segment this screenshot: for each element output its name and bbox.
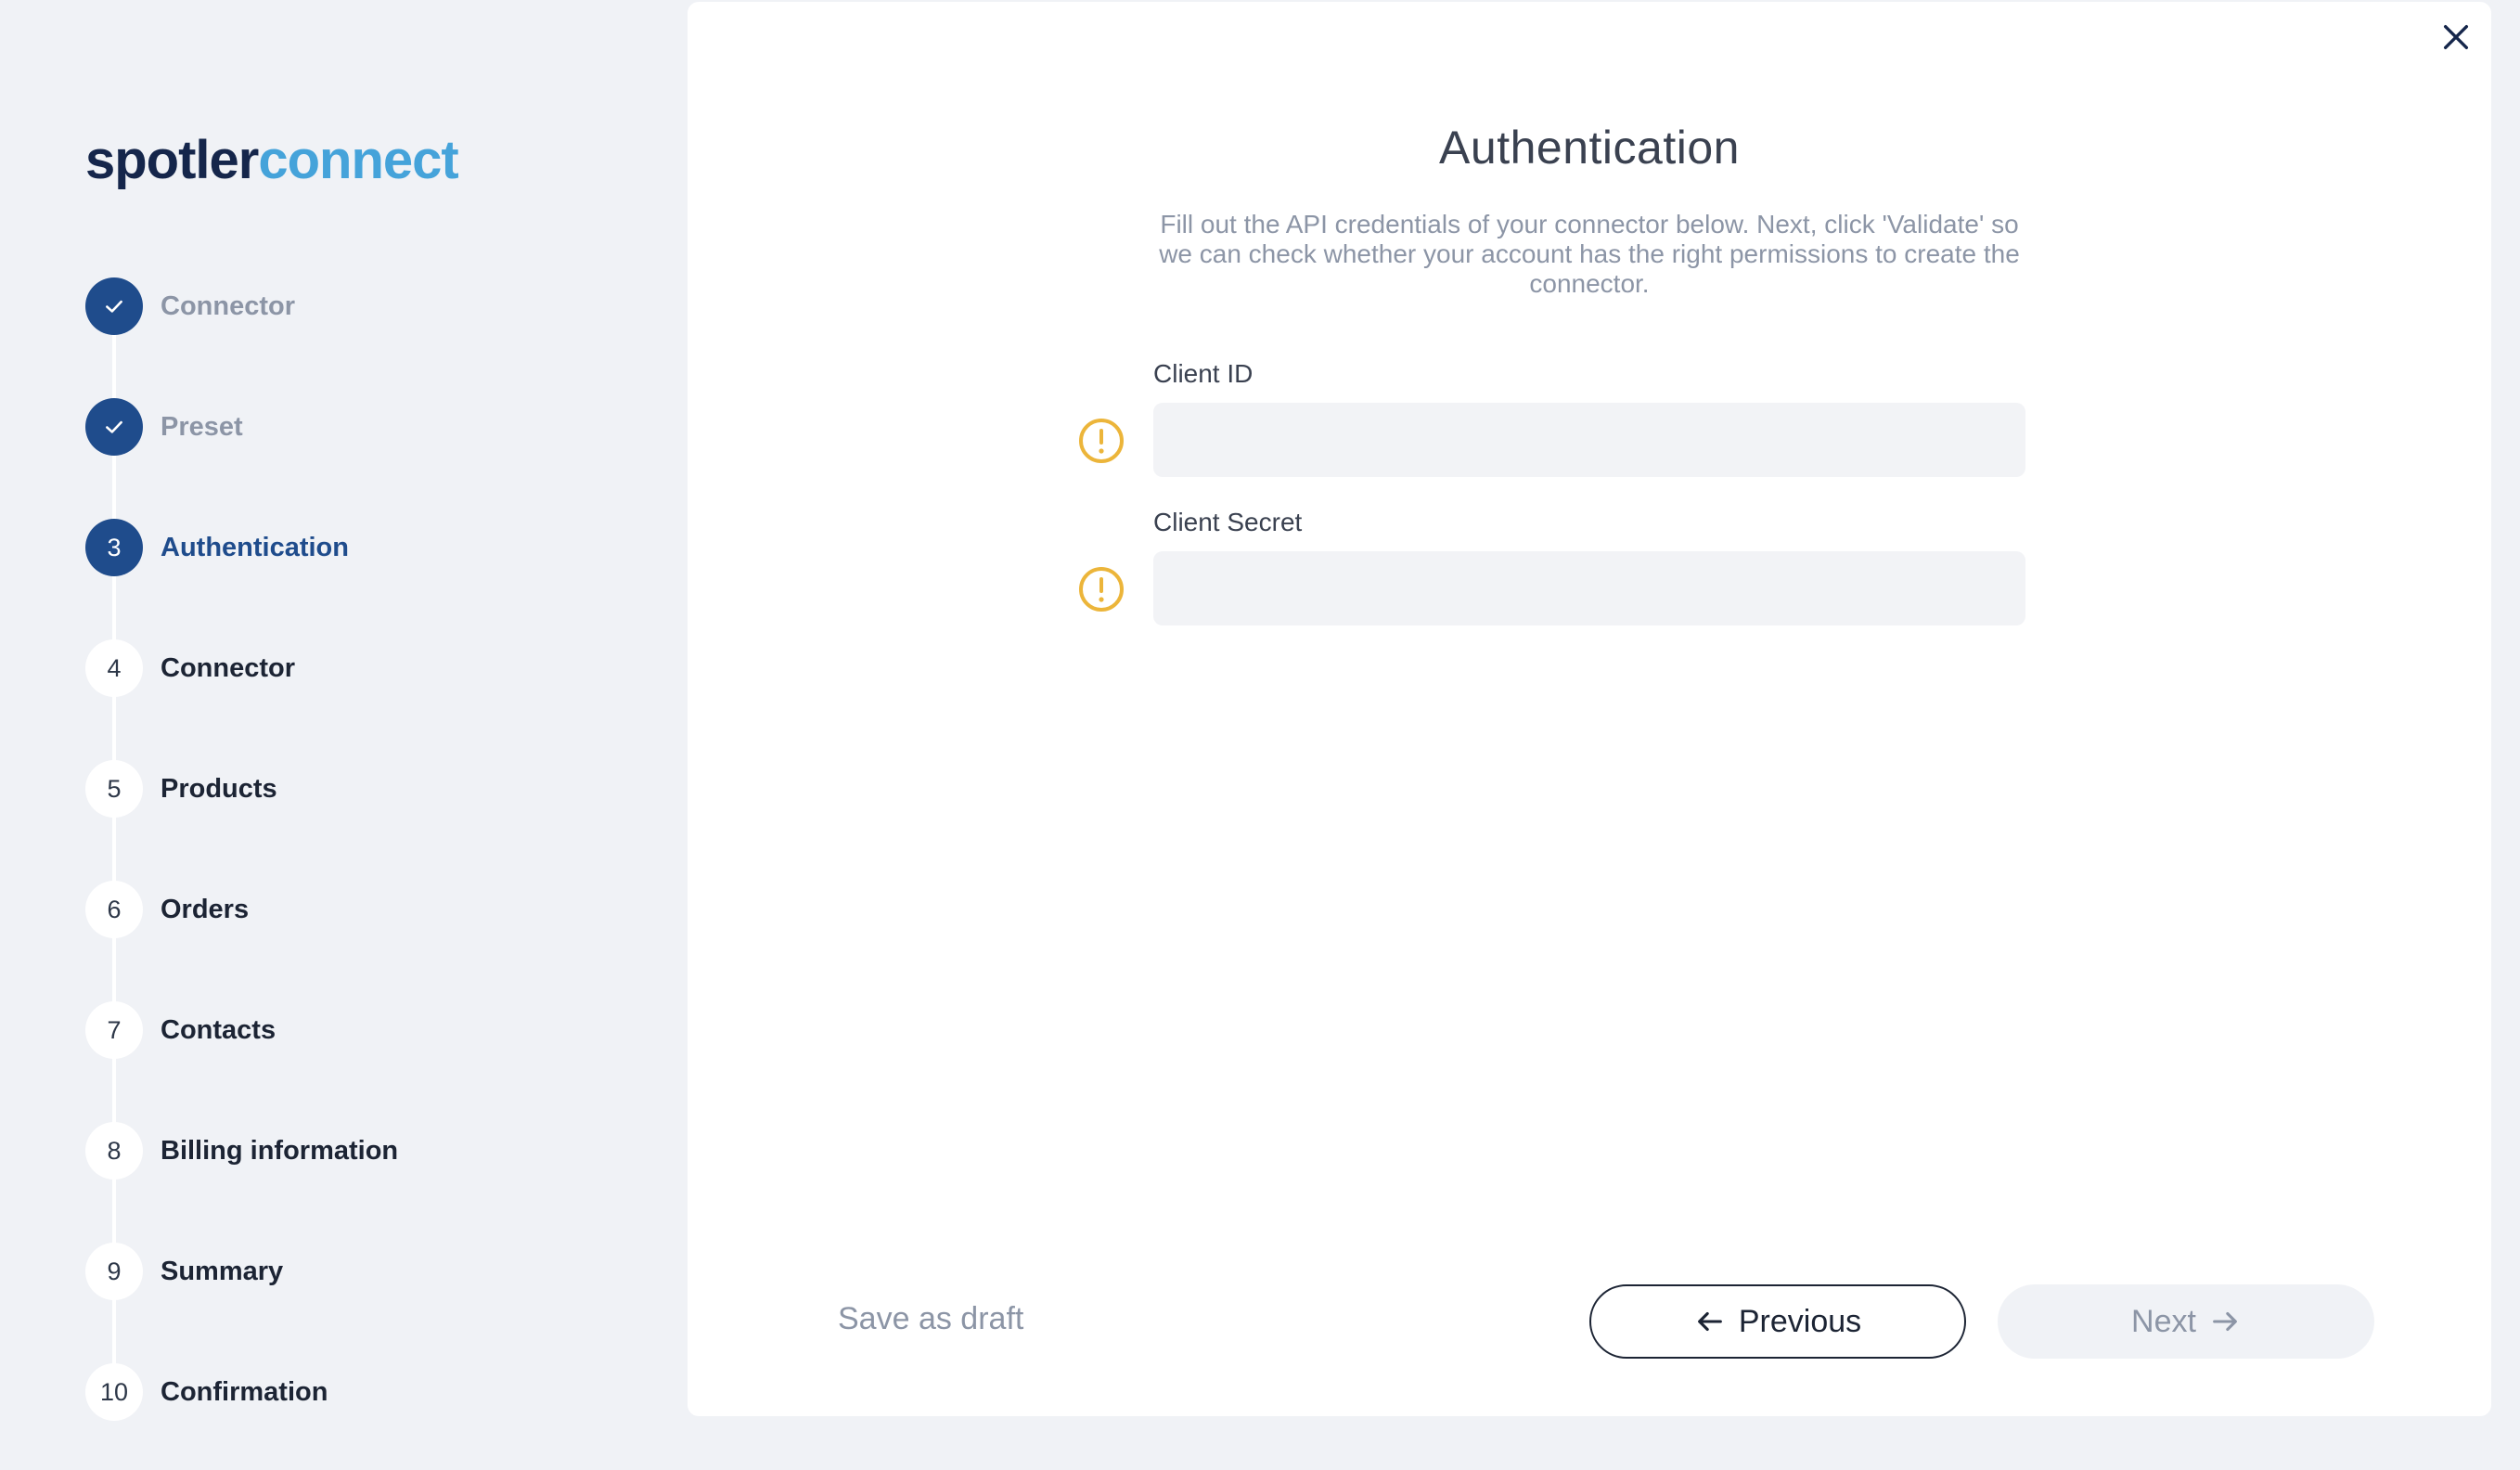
step-label: Orders [161,894,250,924]
save-as-draft-link[interactable]: Save as draft [838,1301,1023,1337]
client-secret-label: Client Secret [1153,508,1303,536]
wizard-sidebar: spotlerconnect Connector Preset 3 Authen… [0,0,687,1470]
step-check-icon [85,398,143,456]
step-label: Confirmation [161,1376,328,1407]
step-number: 4 [85,639,143,697]
step-label: Summary [161,1256,284,1286]
step-number: 9 [85,1243,143,1300]
steps-connector-line [112,306,116,1392]
step-connector: 4 Connector [85,639,295,697]
step-confirmation: 10 Confirmation [85,1363,328,1421]
step-label: Preset [161,411,243,442]
step-number: 5 [85,760,143,818]
step-label: Products [161,773,277,804]
warning-icon [1079,567,1124,612]
step-label: Connector [161,290,295,321]
arrow-right-icon [2213,1311,2237,1332]
client-secret-input[interactable] [1153,551,2025,625]
page-title: Authentication [1439,122,1740,174]
step-label: Billing information [161,1135,399,1166]
step-number: 8 [85,1122,143,1180]
page-description: Fill out the API credentials of your con… [1159,210,2020,298]
step-products: 5 Products [85,760,277,818]
warning-icon [1079,419,1124,463]
client-id-input[interactable] [1153,403,2025,477]
step-authentication-active[interactable]: 3 Authentication [85,519,349,576]
step-number: 10 [85,1363,143,1421]
previous-button-label: Previous [1738,1303,1862,1339]
step-label: Connector [161,652,295,683]
step-connector-completed[interactable]: Connector [85,277,295,335]
step-billing-information: 8 Billing information [85,1122,398,1180]
step-check-icon [85,277,143,335]
next-button-label: Next [2131,1303,2196,1339]
arrow-left-icon [1697,1311,1722,1332]
step-label: Contacts [161,1014,276,1045]
logo-text-spotler: spotler [85,130,259,190]
close-icon [2443,24,2469,50]
step-label: Authentication [161,532,349,562]
client-id-label: Client ID [1153,359,1254,388]
step-contacts: 7 Contacts [85,1001,276,1059]
step-preset-completed[interactable]: Preset [85,398,243,456]
previous-button[interactable]: Previous [1589,1284,1966,1359]
close-button[interactable] [2434,15,2478,59]
step-number: 7 [85,1001,143,1059]
step-summary: 9 Summary [85,1243,283,1300]
next-button[interactable]: Next [1998,1284,2374,1359]
logo-text-connect: connect [258,130,458,190]
authentication-panel: Authentication Fill out the API credenti… [688,2,2491,1416]
step-number: 6 [85,881,143,938]
step-orders: 6 Orders [85,881,249,938]
step-number: 3 [85,519,143,576]
spotlerconnect-logo: spotlerconnect [85,126,459,195]
